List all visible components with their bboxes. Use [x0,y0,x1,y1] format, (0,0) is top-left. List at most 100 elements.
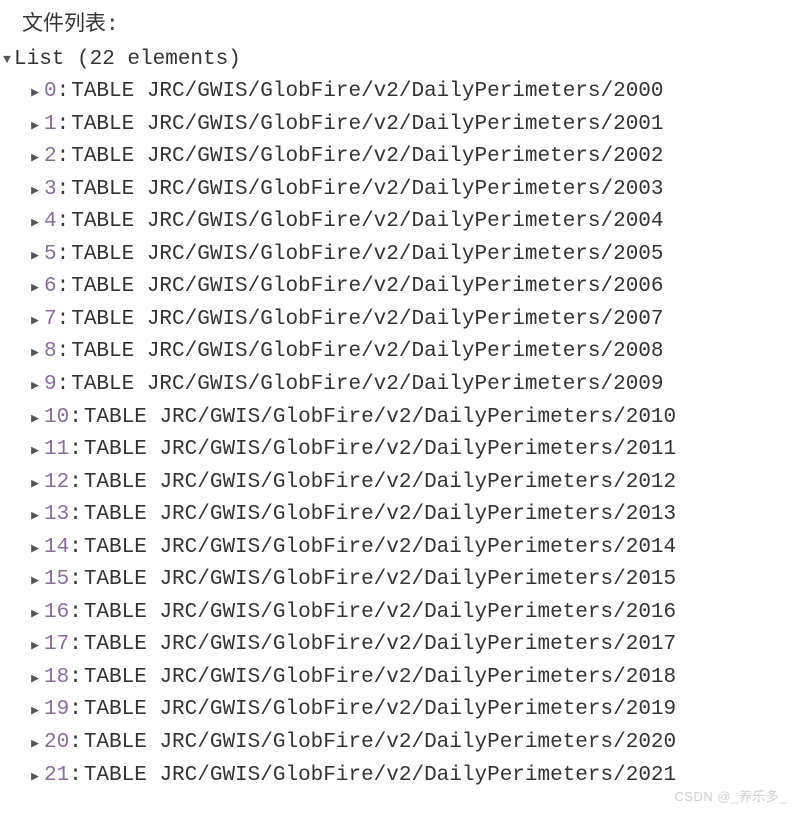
list-item[interactable]: ▶11: TABLE JRC/GWIS/GlobFire/v2/DailyPer… [24,434,801,467]
caret-right-icon: ▶ [28,506,42,526]
caret-right-icon: ▶ [28,539,42,559]
caret-right-icon: ▶ [28,734,42,754]
list-item-index: 5 [44,239,57,272]
list-item[interactable]: ▶7: TABLE JRC/GWIS/GlobFire/v2/DailyPeri… [24,304,801,337]
list-items-container: ▶0: TABLE JRC/GWIS/GlobFire/v2/DailyPeri… [0,76,801,792]
list-item-index: 15 [44,564,69,597]
list-item[interactable]: ▶9: TABLE JRC/GWIS/GlobFire/v2/DailyPeri… [24,369,801,402]
caret-right-icon: ▶ [28,83,42,103]
caret-right-icon: ▶ [28,278,42,298]
list-item-value: TABLE JRC/GWIS/GlobFire/v2/DailyPerimete… [84,564,676,597]
caret-right-icon: ▶ [28,604,42,624]
list-item-value: TABLE JRC/GWIS/GlobFire/v2/DailyPerimete… [71,109,663,142]
list-item-value: TABLE JRC/GWIS/GlobFire/v2/DailyPerimete… [71,141,663,174]
list-item[interactable]: ▶16: TABLE JRC/GWIS/GlobFire/v2/DailyPer… [24,597,801,630]
list-item[interactable]: ▶1: TABLE JRC/GWIS/GlobFire/v2/DailyPeri… [24,109,801,142]
colon-separator: : [69,467,82,500]
list-item[interactable]: ▶0: TABLE JRC/GWIS/GlobFire/v2/DailyPeri… [24,76,801,109]
list-item[interactable]: ▶13: TABLE JRC/GWIS/GlobFire/v2/DailyPer… [24,499,801,532]
page-title: 文件列表: [0,10,801,43]
caret-right-icon: ▶ [28,376,42,396]
caret-right-icon: ▶ [28,767,42,787]
list-item-index: 18 [44,662,69,695]
list-item-index: 0 [44,76,57,109]
list-item-index: 20 [44,727,69,760]
list-item-value: TABLE JRC/GWIS/GlobFire/v2/DailyPerimete… [84,467,676,500]
list-item[interactable]: ▶8: TABLE JRC/GWIS/GlobFire/v2/DailyPeri… [24,336,801,369]
colon-separator: : [57,369,70,402]
list-item[interactable]: ▶18: TABLE JRC/GWIS/GlobFire/v2/DailyPer… [24,662,801,695]
list-item-index: 11 [44,434,69,467]
list-item[interactable]: ▶3: TABLE JRC/GWIS/GlobFire/v2/DailyPeri… [24,174,801,207]
list-item-index: 13 [44,499,69,532]
colon-separator: : [69,727,82,760]
list-item[interactable]: ▶21: TABLE JRC/GWIS/GlobFire/v2/DailyPer… [24,760,801,793]
list-header[interactable]: ▼ List (22 elements) [0,44,801,77]
list-item[interactable]: ▶17: TABLE JRC/GWIS/GlobFire/v2/DailyPer… [24,629,801,662]
colon-separator: : [57,174,70,207]
list-item-value: TABLE JRC/GWIS/GlobFire/v2/DailyPerimete… [71,239,663,272]
list-item-index: 8 [44,336,57,369]
list-item-index: 2 [44,141,57,174]
list-item[interactable]: ▶20: TABLE JRC/GWIS/GlobFire/v2/DailyPer… [24,727,801,760]
colon-separator: : [69,760,82,793]
caret-right-icon: ▶ [28,246,42,266]
list-item-value: TABLE JRC/GWIS/GlobFire/v2/DailyPerimete… [71,206,663,239]
list-item-value: TABLE JRC/GWIS/GlobFire/v2/DailyPerimete… [84,499,676,532]
list-item-value: TABLE JRC/GWIS/GlobFire/v2/DailyPerimete… [71,271,663,304]
caret-right-icon: ▶ [28,441,42,461]
caret-right-icon: ▶ [28,701,42,721]
list-item-value: TABLE JRC/GWIS/GlobFire/v2/DailyPerimete… [71,369,663,402]
list-item-value: TABLE JRC/GWIS/GlobFire/v2/DailyPerimete… [84,532,676,565]
caret-right-icon: ▶ [28,474,42,494]
caret-right-icon: ▶ [28,669,42,689]
colon-separator: : [69,532,82,565]
colon-separator: : [57,239,70,272]
list-item-index: 12 [44,467,69,500]
list-item[interactable]: ▶2: TABLE JRC/GWIS/GlobFire/v2/DailyPeri… [24,141,801,174]
list-item-index: 3 [44,174,57,207]
list-item[interactable]: ▶12: TABLE JRC/GWIS/GlobFire/v2/DailyPer… [24,467,801,500]
list-item[interactable]: ▶15: TABLE JRC/GWIS/GlobFire/v2/DailyPer… [24,564,801,597]
list-item[interactable]: ▶14: TABLE JRC/GWIS/GlobFire/v2/DailyPer… [24,532,801,565]
colon-separator: : [69,499,82,532]
list-item-value: TABLE JRC/GWIS/GlobFire/v2/DailyPerimete… [84,402,676,435]
list-item-index: 10 [44,402,69,435]
caret-right-icon: ▶ [28,409,42,429]
colon-separator: : [69,694,82,727]
list-item[interactable]: ▶4: TABLE JRC/GWIS/GlobFire/v2/DailyPeri… [24,206,801,239]
colon-separator: : [57,141,70,174]
list-item[interactable]: ▶6: TABLE JRC/GWIS/GlobFire/v2/DailyPeri… [24,271,801,304]
list-header-text: List (22 elements) [14,44,241,77]
colon-separator: : [69,662,82,695]
list-item-index: 16 [44,597,69,630]
list-item-value: TABLE JRC/GWIS/GlobFire/v2/DailyPerimete… [71,174,663,207]
list-item-value: TABLE JRC/GWIS/GlobFire/v2/DailyPerimete… [71,76,663,109]
list-item-index: 14 [44,532,69,565]
colon-separator: : [57,304,70,337]
list-item-index: 4 [44,206,57,239]
list-item-index: 21 [44,760,69,793]
colon-separator: : [69,597,82,630]
list-item[interactable]: ▶19: TABLE JRC/GWIS/GlobFire/v2/DailyPer… [24,694,801,727]
list-item-index: 7 [44,304,57,337]
caret-right-icon: ▶ [28,311,42,331]
list-item-value: TABLE JRC/GWIS/GlobFire/v2/DailyPerimete… [84,694,676,727]
colon-separator: : [69,629,82,662]
caret-down-icon: ▼ [0,50,14,70]
colon-separator: : [57,271,70,304]
list-item-index: 9 [44,369,57,402]
list-item-value: TABLE JRC/GWIS/GlobFire/v2/DailyPerimete… [84,662,676,695]
list-item-value: TABLE JRC/GWIS/GlobFire/v2/DailyPerimete… [84,760,676,793]
list-item-value: TABLE JRC/GWIS/GlobFire/v2/DailyPerimete… [71,336,663,369]
list-item[interactable]: ▶5: TABLE JRC/GWIS/GlobFire/v2/DailyPeri… [24,239,801,272]
list-item-index: 1 [44,109,57,142]
caret-right-icon: ▶ [28,116,42,136]
list-item-value: TABLE JRC/GWIS/GlobFire/v2/DailyPerimete… [84,597,676,630]
list-item-value: TABLE JRC/GWIS/GlobFire/v2/DailyPerimete… [84,727,676,760]
list-item[interactable]: ▶10: TABLE JRC/GWIS/GlobFire/v2/DailyPer… [24,402,801,435]
list-item-value: TABLE JRC/GWIS/GlobFire/v2/DailyPerimete… [84,434,676,467]
caret-right-icon: ▶ [28,343,42,363]
caret-right-icon: ▶ [28,571,42,591]
caret-right-icon: ▶ [28,148,42,168]
